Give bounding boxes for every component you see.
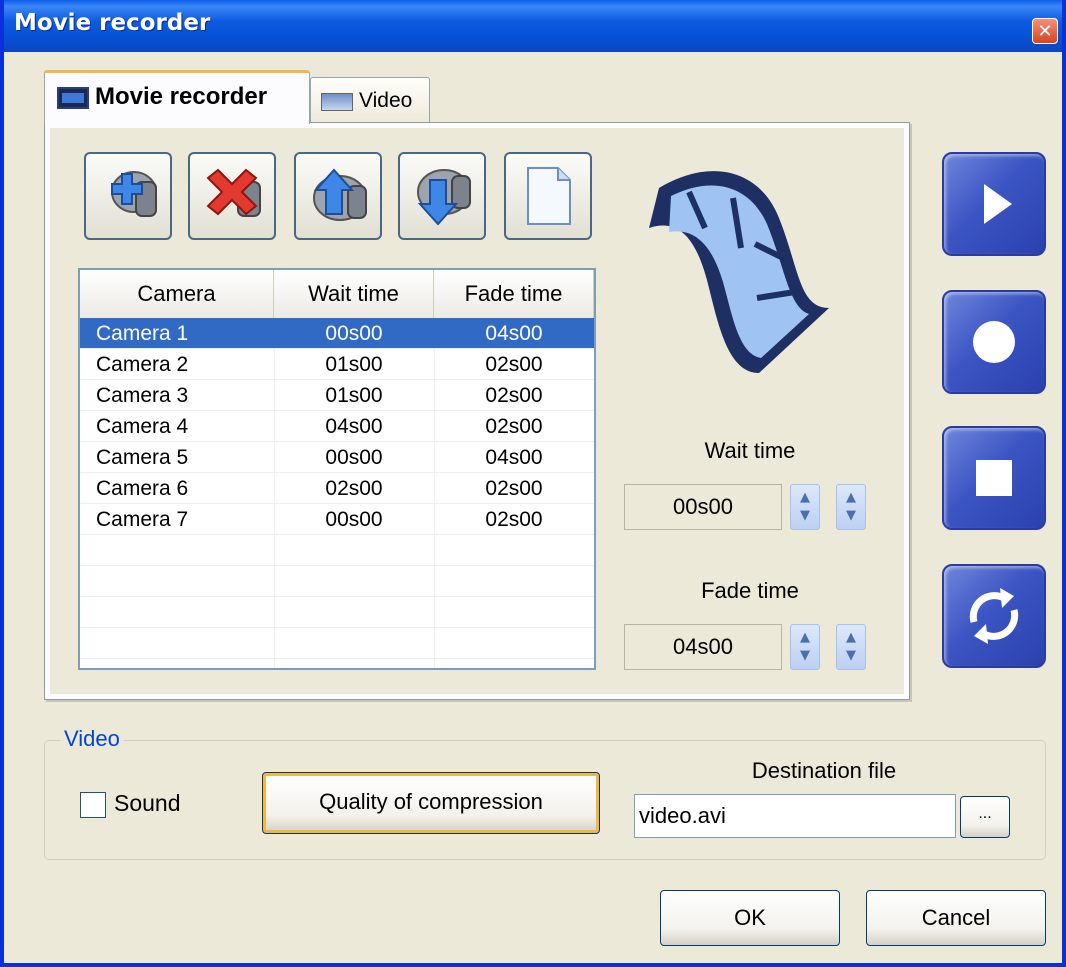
table-row[interactable]: Camera 5 00s00 04s00 — [80, 442, 594, 473]
delete-camera-icon — [206, 168, 261, 217]
column-header-camera[interactable]: Camera — [80, 270, 274, 318]
cell-fade-time: 04s00 — [485, 322, 543, 345]
move-down-icon — [417, 169, 471, 226]
add-camera-button[interactable] — [84, 152, 172, 240]
movie-recorder-window: Movie recorder ✕ Movie recorder Video Ca… — [0, 0, 1066, 967]
cell-fade-time: 02s00 — [485, 477, 543, 500]
new-document-icon — [527, 167, 571, 225]
tab-movie-recorder[interactable]: Movie recorder — [44, 70, 310, 124]
destination-file-label: Destination file — [751, 758, 897, 783]
camera-list[interactable]: Camera Wait time Fade time Camera 1 00s00… — [78, 268, 596, 670]
ok-button[interactable]: OK — [660, 890, 840, 946]
wait-time-spinner-coarse[interactable]: ▲ ▼ — [790, 484, 820, 530]
cell-wait-time: 04s00 — [325, 415, 383, 438]
loop-icon — [969, 588, 1019, 644]
cell-camera: Camera 2 — [96, 353, 189, 376]
fade-time-spinner-fine[interactable]: ▲ ▼ — [836, 624, 866, 670]
empty-row — [80, 566, 594, 597]
cell-fade-time: 02s00 — [485, 415, 543, 438]
cell-wait-time: 01s00 — [325, 384, 383, 407]
move-up-button[interactable] — [294, 152, 382, 240]
title-bar[interactable]: Movie recorder ✕ — [4, 0, 1062, 52]
stop-button[interactable] — [942, 426, 1046, 530]
table-row[interactable]: Camera 2 01s00 02s00 — [80, 349, 594, 380]
window-title: Movie recorder — [14, 10, 211, 36]
wait-time-field[interactable]: 00s00 — [624, 484, 782, 530]
cell-camera: Camera 7 — [96, 508, 189, 531]
destination-file-input[interactable]: video.avi — [634, 794, 956, 838]
cell-wait-time: 02s00 — [325, 477, 383, 500]
add-camera-icon — [111, 171, 157, 217]
move-up-icon — [313, 168, 367, 221]
sound-checkbox[interactable] — [80, 792, 106, 818]
column-header-fade-time[interactable]: Fade time — [434, 270, 594, 318]
cell-camera: Camera 6 — [96, 477, 189, 500]
play-button[interactable] — [942, 152, 1046, 256]
empty-row — [80, 628, 594, 659]
wait-time-spinner-fine[interactable]: ▲ ▼ — [836, 484, 866, 530]
empty-row — [80, 597, 594, 628]
new-document-button[interactable] — [504, 152, 592, 240]
cell-camera: Camera 3 — [96, 384, 189, 407]
cell-camera: Camera 4 — [96, 415, 189, 438]
cell-fade-time: 02s00 — [485, 384, 543, 407]
list-header: Camera Wait time Fade time — [80, 270, 594, 320]
tab-label: Movie recorder — [95, 83, 268, 110]
cell-camera: Camera 1 — [96, 322, 189, 345]
loop-button[interactable] — [942, 564, 1046, 668]
cell-fade-time: 02s00 — [485, 508, 543, 531]
table-row[interactable]: Camera 4 04s00 02s00 — [80, 411, 594, 442]
browse-button[interactable]: ... — [960, 796, 1010, 838]
fade-time-label: Fade time — [701, 578, 799, 603]
cell-fade-time: 04s00 — [485, 446, 543, 469]
table-row[interactable]: Camera 1 00s00 04s00 — [80, 318, 594, 349]
table-row[interactable]: Camera 6 02s00 02s00 — [80, 473, 594, 504]
tab-label: Video — [359, 89, 413, 112]
column-header-wait-time[interactable]: Wait time — [274, 270, 434, 318]
empty-row — [80, 535, 594, 566]
monitor-icon — [321, 93, 353, 111]
close-button[interactable]: ✕ — [1032, 18, 1058, 44]
fade-time-field[interactable]: 04s00 — [624, 624, 782, 670]
cell-fade-time: 02s00 — [485, 353, 543, 376]
video-group-legend: Video — [60, 726, 124, 752]
wait-time-label: Wait time — [704, 438, 796, 463]
move-down-button[interactable] — [398, 152, 486, 240]
film-strip-icon — [649, 171, 829, 373]
play-icon — [984, 184, 1012, 224]
film-icon — [57, 87, 89, 109]
cell-wait-time: 00s00 — [325, 446, 383, 469]
delete-camera-button[interactable] — [188, 152, 276, 240]
table-row[interactable]: Camera 3 01s00 02s00 — [80, 380, 594, 411]
cell-camera: Camera 5 — [96, 446, 189, 469]
fade-time-spinner-coarse[interactable]: ▲ ▼ — [790, 624, 820, 670]
cell-wait-time: 00s00 — [325, 508, 383, 531]
sound-label[interactable]: Sound — [114, 790, 181, 817]
record-icon — [973, 321, 1015, 363]
tab-video[interactable]: Video — [310, 77, 430, 123]
table-row[interactable]: Camera 7 00s00 02s00 — [80, 504, 594, 535]
stop-icon — [976, 460, 1012, 496]
cell-wait-time: 01s00 — [325, 353, 383, 376]
cancel-button[interactable]: Cancel — [866, 890, 1046, 946]
record-button[interactable] — [942, 290, 1046, 394]
cell-wait-time: 00s00 — [325, 322, 383, 345]
quality-of-compression-button[interactable]: Quality of compression — [262, 772, 600, 834]
